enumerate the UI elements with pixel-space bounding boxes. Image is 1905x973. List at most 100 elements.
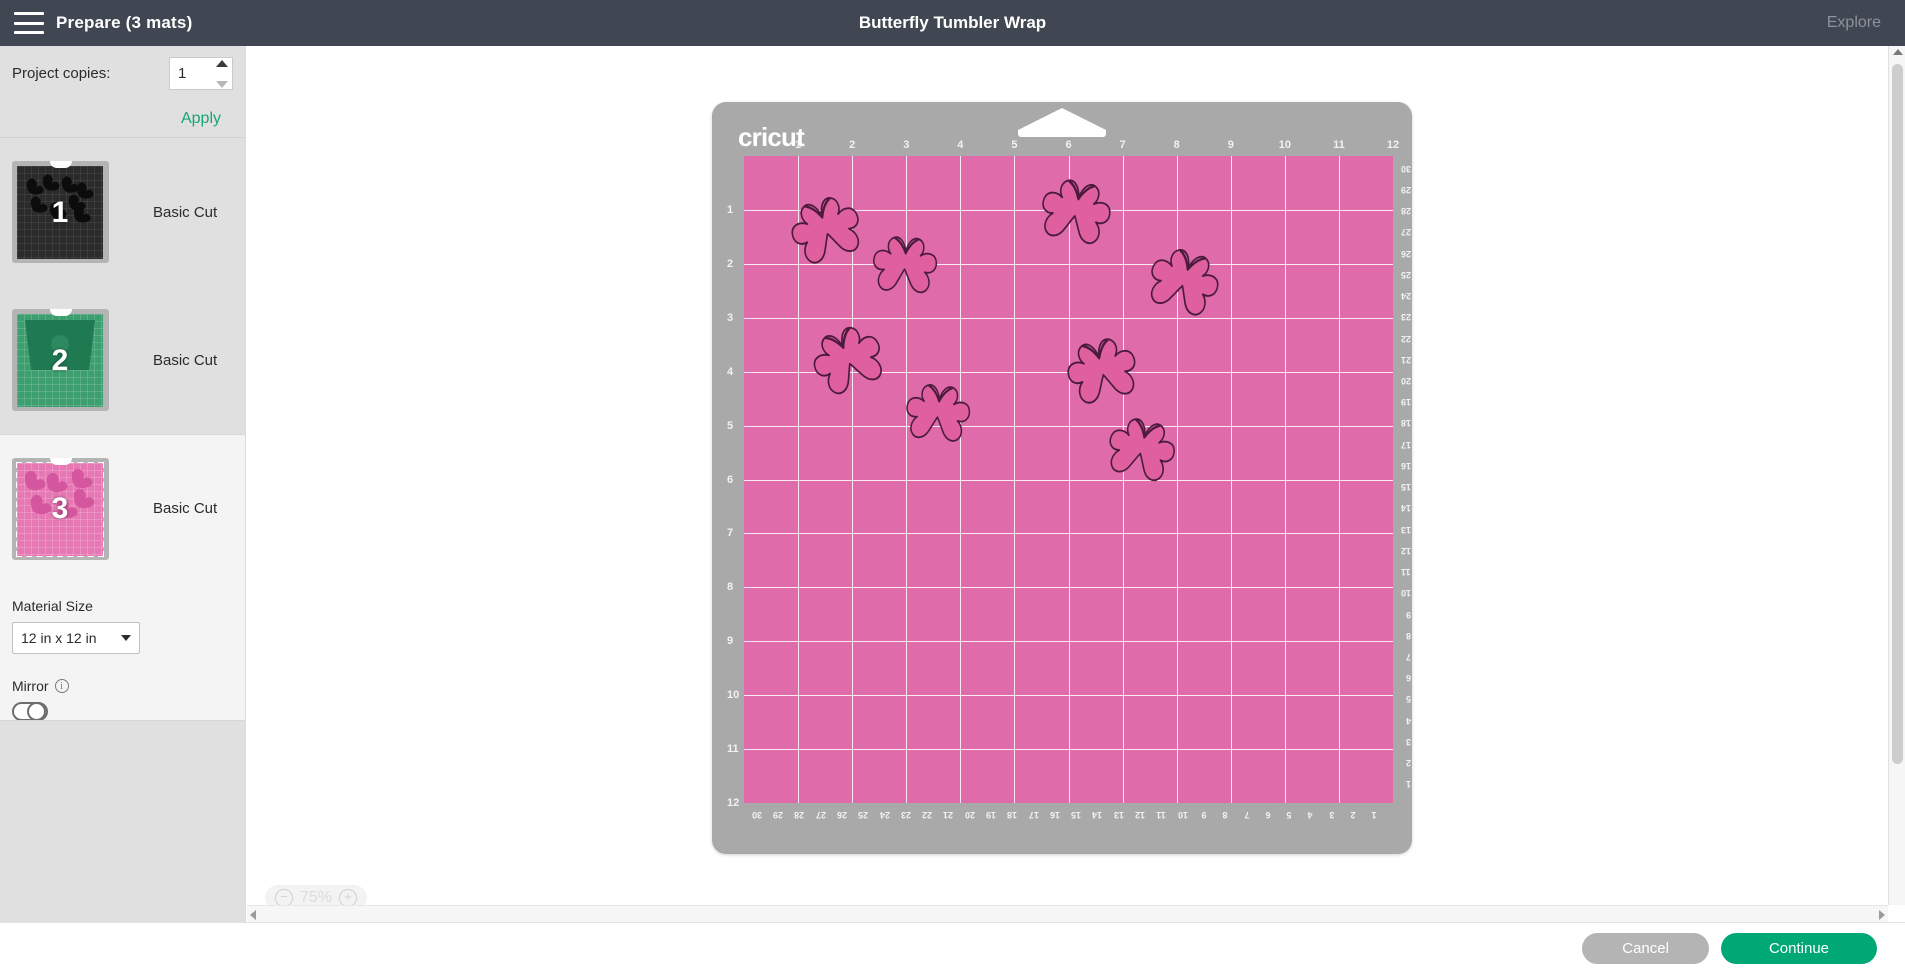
ruler-tick-bottom: 18 bbox=[1007, 810, 1018, 820]
cancel-button[interactable]: Cancel bbox=[1582, 932, 1709, 964]
mat-list-item-2[interactable]: 2 Basic Cut bbox=[0, 286, 245, 434]
butterfly-shape[interactable] bbox=[1138, 238, 1229, 326]
butterfly-shape[interactable] bbox=[1099, 410, 1183, 492]
ruler-tick-top: 6 bbox=[1065, 139, 1072, 151]
ruler-tick-bottom: 16 bbox=[1049, 810, 1060, 820]
ruler-tick-left: 7 bbox=[727, 527, 734, 540]
mat-tab-icon bbox=[1018, 108, 1106, 130]
ruler-tick-bottom: 25 bbox=[858, 810, 869, 820]
ruler-tick-bottom: 21 bbox=[943, 810, 954, 820]
project-copies-row: Project copies: bbox=[0, 46, 245, 100]
mat-tab-base bbox=[1018, 130, 1106, 137]
cutting-mat[interactable]: cricut 1 2 3 4 5 6 7 8 9 10 11 12 1 2 3 4 5 6 7 8 9 10 11 12 30 2… bbox=[712, 102, 1412, 854]
butterfly-shape[interactable] bbox=[869, 232, 941, 301]
ruler-tick-left: 8 bbox=[727, 581, 734, 594]
vertical-scrollbar[interactable] bbox=[1888, 46, 1905, 905]
ruler-tick-left: 6 bbox=[727, 473, 734, 486]
butterfly-shape[interactable] bbox=[1032, 171, 1118, 254]
ruler-tick-top: 3 bbox=[903, 139, 910, 151]
ruler-tick-bottom: 2 bbox=[1350, 810, 1356, 820]
mat-tab-icon bbox=[49, 457, 72, 465]
ruler-tick-right: 24 bbox=[1400, 291, 1411, 302]
ruler-tick-bottom: 10 bbox=[1177, 810, 1188, 820]
project-copies-input[interactable] bbox=[170, 64, 210, 82]
ruler-tick-right: 16 bbox=[1400, 460, 1411, 471]
ruler-tick-top: 8 bbox=[1173, 139, 1180, 151]
ruler-tick-top: 12 bbox=[1386, 139, 1400, 151]
apply-button[interactable]: Apply bbox=[181, 110, 221, 128]
page-title: Prepare (3 mats) bbox=[56, 13, 193, 32]
mat-list-item-1[interactable]: 1 Basic Cut bbox=[0, 138, 245, 286]
ruler-tick-right: 18 bbox=[1400, 418, 1411, 429]
mat-thumbnail-inner: 3 bbox=[16, 461, 104, 557]
ruler-tick-top: 10 bbox=[1278, 139, 1291, 151]
ruler-tick-right: 3 bbox=[1405, 736, 1411, 747]
stepper-increment-icon[interactable] bbox=[216, 59, 228, 67]
gridline-horizontal bbox=[744, 641, 1393, 643]
ruler-tick-bottom: 11 bbox=[1156, 810, 1167, 820]
stepper-decrement-icon[interactable] bbox=[216, 80, 228, 88]
horizontal-scrollbar[interactable] bbox=[247, 905, 1888, 922]
ruler-tick-bottom: 14 bbox=[1092, 810, 1103, 820]
ruler-tick-bottom: 20 bbox=[964, 810, 975, 820]
mat-number-1: 1 bbox=[51, 195, 69, 229]
material-size-select[interactable]: 12 in x 12 in bbox=[12, 622, 140, 654]
ruler-tick-right: 28 bbox=[1400, 206, 1411, 217]
ruler-tick-right: 23 bbox=[1400, 312, 1411, 323]
gridline-vertical bbox=[1014, 156, 1016, 803]
mat-canvas[interactable]: cricut 1 2 3 4 5 6 7 8 9 10 11 12 1 2 3 4 5 6 7 8 9 10 11 12 30 2… bbox=[247, 46, 1905, 973]
gridline-vertical bbox=[960, 156, 962, 803]
butterfly-shape[interactable] bbox=[781, 187, 872, 275]
project-copies-stepper[interactable] bbox=[169, 56, 233, 90]
machine-selector[interactable]: Explore bbox=[1827, 14, 1881, 32]
continue-button[interactable]: Continue bbox=[1720, 932, 1877, 964]
gridline-vertical bbox=[1284, 156, 1286, 803]
mat-thumbnail-2[interactable]: 2 bbox=[12, 309, 109, 411]
hamburger-menu-icon[interactable] bbox=[14, 12, 44, 34]
ruler-tick-bottom: 27 bbox=[815, 810, 826, 820]
top-bar: Prepare (3 mats) Butterfly Tumbler Wrap … bbox=[0, 0, 1905, 46]
mat-thumbnail-3[interactable]: 3 bbox=[12, 457, 109, 560]
mat-thumbnail-1[interactable]: 1 bbox=[12, 161, 109, 263]
ruler-tick-right: 4 bbox=[1405, 715, 1411, 726]
vertical-scrollbar-thumb[interactable] bbox=[1892, 64, 1903, 764]
gridline-horizontal bbox=[744, 533, 1393, 535]
mirror-toggle[interactable] bbox=[12, 702, 48, 721]
ruler-tick-bottom: 12 bbox=[1135, 810, 1146, 820]
scroll-up-arrow-icon[interactable] bbox=[1893, 49, 1903, 55]
gridline-vertical bbox=[1230, 156, 1232, 803]
ruler-tick-right: 22 bbox=[1400, 333, 1411, 344]
material-size-label: Material Size bbox=[12, 598, 93, 614]
ruler-tick-bottom: 26 bbox=[836, 810, 847, 820]
mat-tab-icon bbox=[49, 161, 72, 168]
mirror-row: Mirror i bbox=[0, 654, 245, 694]
mat-label-1: Basic Cut bbox=[153, 203, 218, 221]
ruler-tick-left: 9 bbox=[727, 635, 734, 648]
mat-label-3: Basic Cut bbox=[153, 500, 218, 517]
ruler-tick-right: 25 bbox=[1400, 269, 1411, 280]
butterfly-shape[interactable] bbox=[900, 379, 974, 450]
scroll-left-arrow-icon[interactable] bbox=[250, 910, 256, 920]
gridline-horizontal bbox=[744, 749, 1393, 751]
ruler-tick-left: 4 bbox=[727, 365, 734, 378]
mat-list: 1 Basic Cut 2 Basic Cut 3 Basic Cut bbox=[0, 138, 245, 582]
ruler-tick-left: 1 bbox=[727, 203, 734, 216]
butterfly-shape[interactable] bbox=[801, 315, 895, 406]
ruler-tick-bottom: 24 bbox=[879, 810, 890, 820]
scroll-right-arrow-icon[interactable] bbox=[1879, 910, 1885, 920]
gridline-horizontal bbox=[744, 263, 1393, 265]
mat-grid-area[interactable]: 1 2 3 4 5 6 7 8 9 10 11 12 1 2 3 4 5 6 7 8 9 10 11 12 30 29 28 27 26… bbox=[727, 139, 1411, 820]
ruler-tick-bottom: 23 bbox=[900, 810, 911, 820]
butterfly-shape[interactable] bbox=[1059, 329, 1147, 414]
ruler-tick-top: 7 bbox=[1119, 139, 1126, 151]
mirror-label: Mirror bbox=[12, 678, 49, 694]
info-icon[interactable]: i bbox=[54, 679, 69, 693]
ruler-tick-bottom: 8 bbox=[1222, 810, 1228, 820]
ruler-tick-right: 10 bbox=[1400, 588, 1411, 599]
gridline-horizontal bbox=[744, 425, 1393, 427]
ruler-tick-bottom: 13 bbox=[1113, 810, 1124, 820]
gridline-horizontal bbox=[744, 695, 1393, 697]
mat-list-item-3[interactable]: 3 Basic Cut bbox=[0, 434, 245, 582]
bottom-action-bar: Cancel Continue bbox=[0, 922, 1905, 973]
ruler-tick-right: 2 bbox=[1405, 758, 1411, 769]
